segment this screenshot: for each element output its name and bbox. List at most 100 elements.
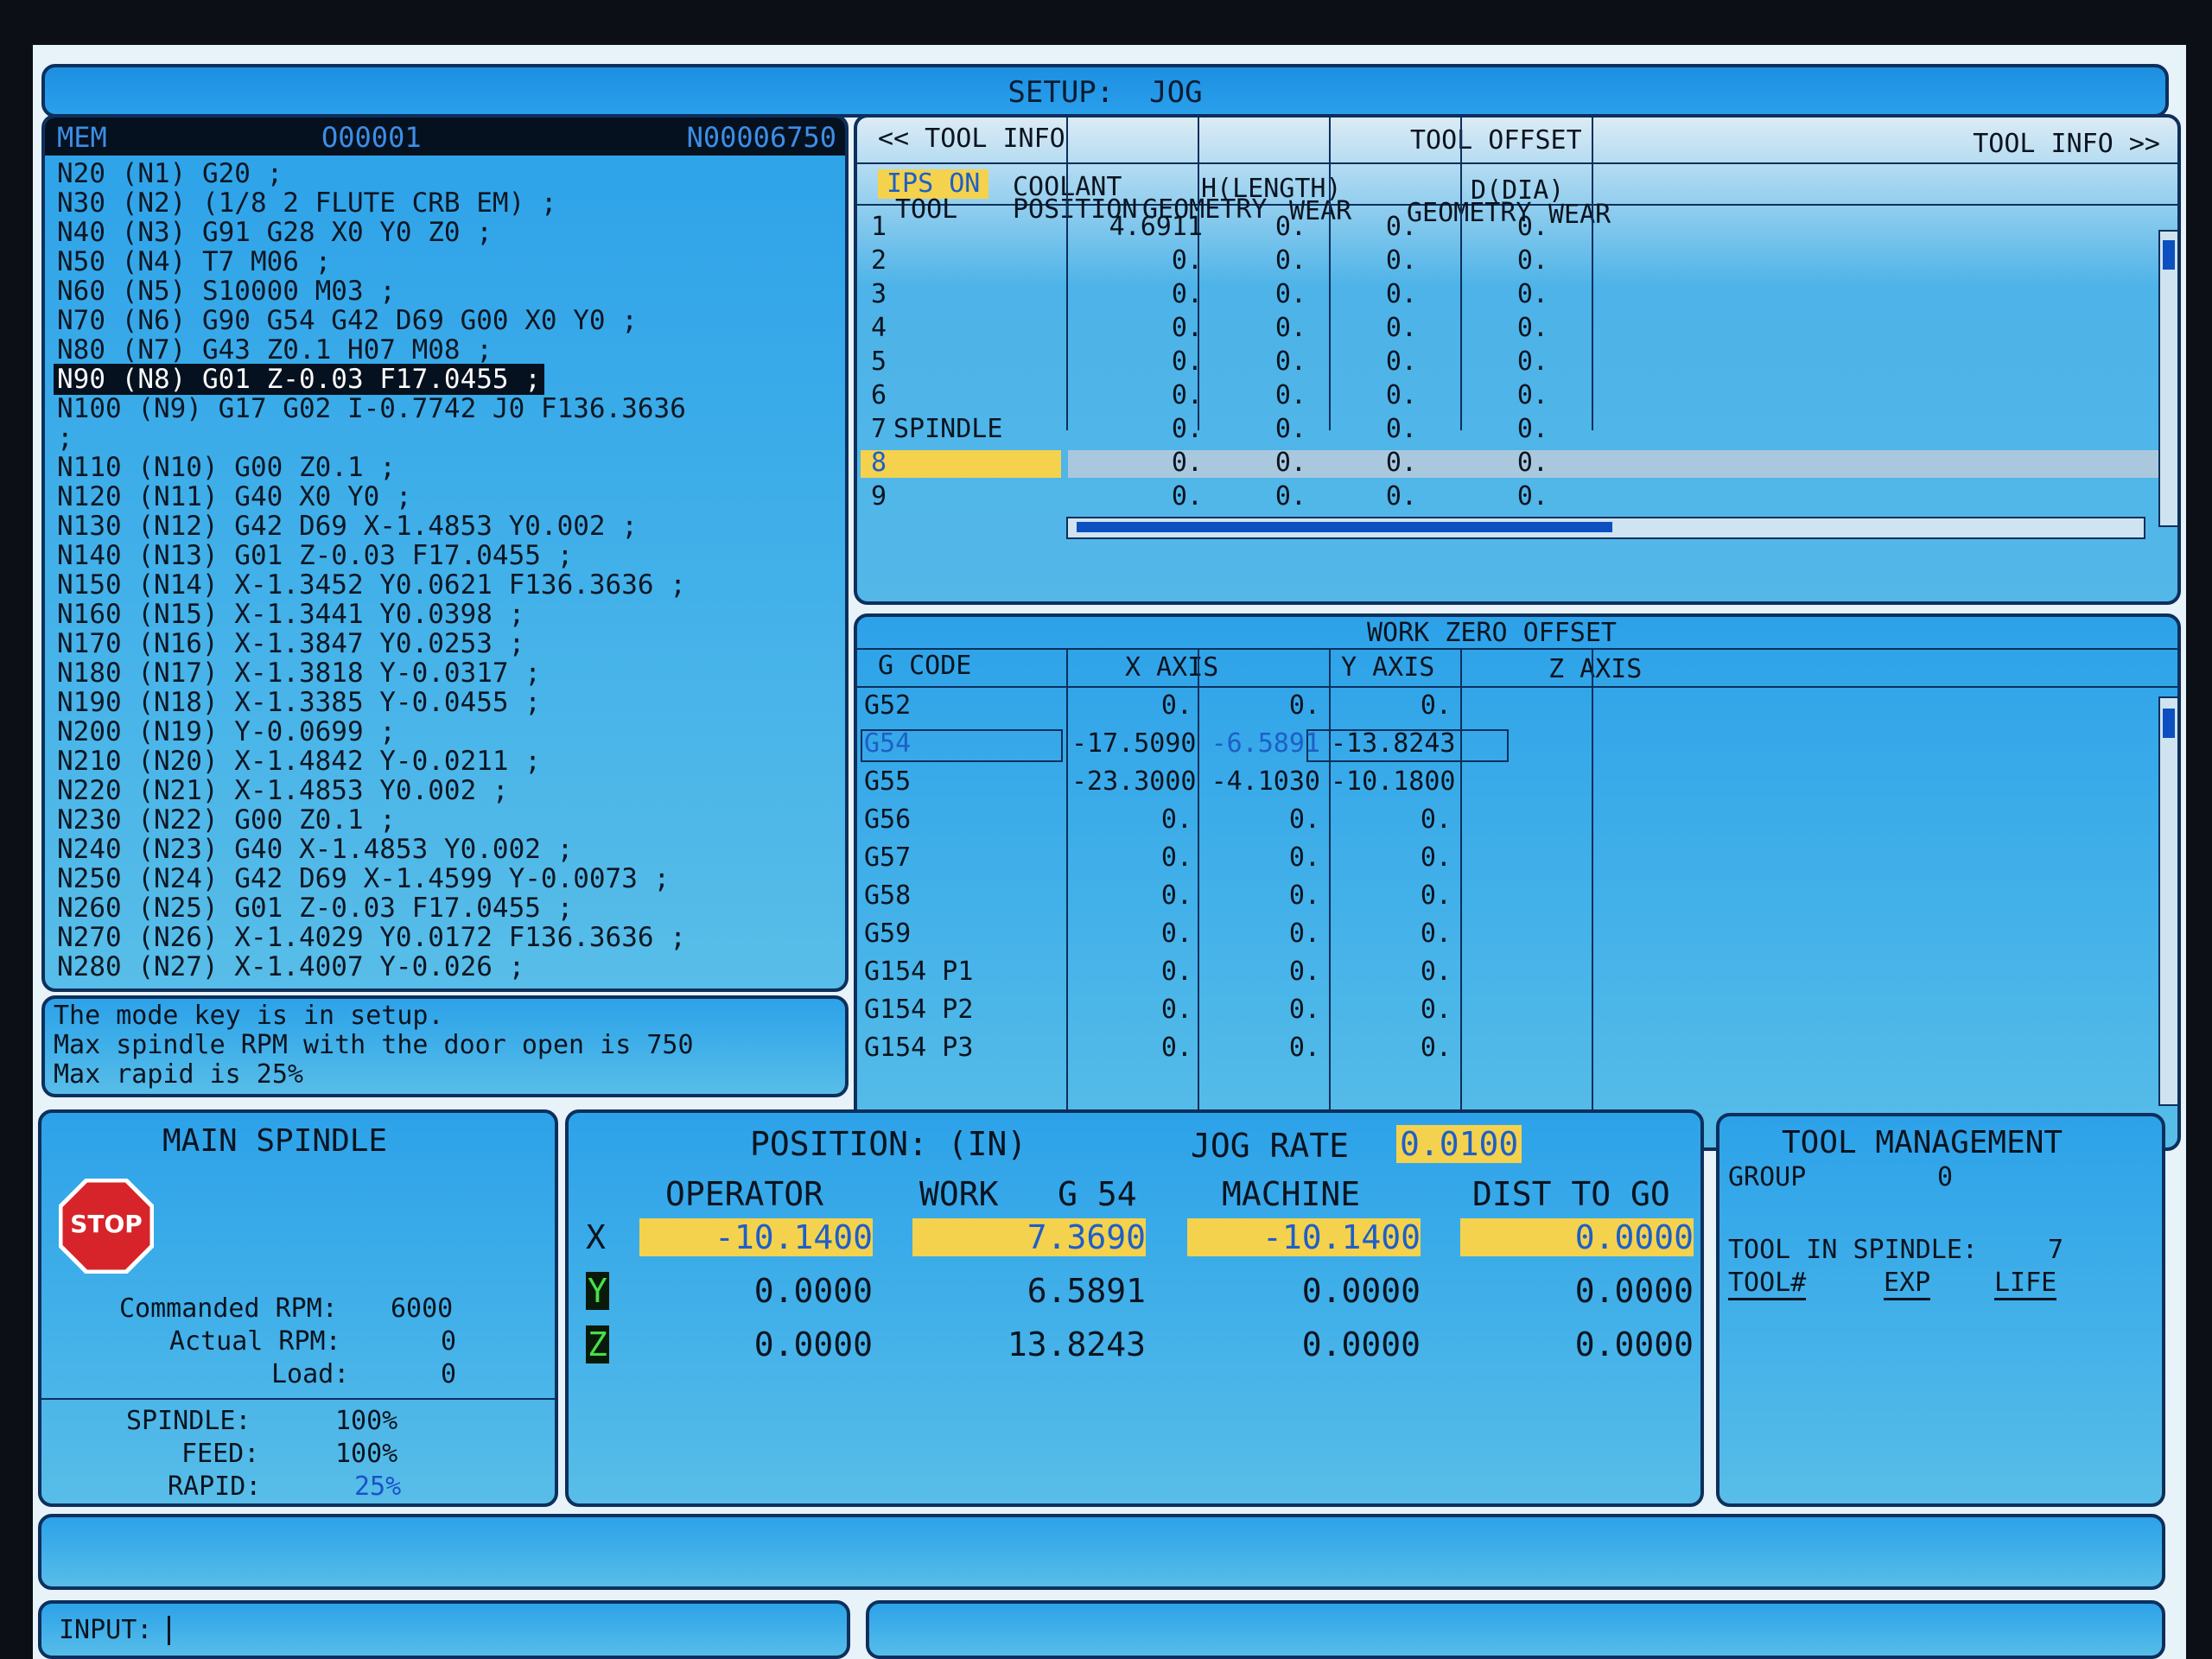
axis-label: Z: [586, 1325, 609, 1363]
program-line[interactable]: N240 (N23) G40 X-1.4853 Y0.002 ;: [54, 835, 840, 864]
axis-label: Y: [586, 1272, 609, 1310]
program-line[interactable]: N70 (N6) G90 G54 G42 D69 G00 X0 Y0 ;: [54, 306, 840, 335]
program-mode: MEM: [57, 121, 107, 154]
work-zero-row[interactable]: G52 0. 0. 0.: [857, 690, 2162, 724]
message-line: Max rapid is 25%: [54, 1059, 303, 1090]
h-wear-value: 0.: [1274, 380, 1306, 410]
tool-offset-row[interactable]: 4 0. 0. 0. 0.: [857, 314, 2162, 345]
program-line-text: N30 (N2) (1/8 2 FLUTE CRB EM) ;: [57, 188, 557, 219]
work-zero-row[interactable]: G58 0. 0. 0.: [857, 880, 2162, 914]
work-zero-row[interactable]: G154 P2 0. 0. 0.: [857, 994, 2162, 1028]
program-line[interactable]: N190 (N18) X-1.3385 Y-0.0455 ;: [54, 688, 840, 717]
tool-info-prev-tab[interactable]: << TOOL INFO: [878, 124, 1065, 154]
program-line-text: ;: [57, 423, 73, 454]
x-axis-value: 0.: [1160, 690, 1192, 721]
program-line[interactable]: N130 (N12) G42 D69 X-1.4853 Y0.002 ;: [54, 512, 840, 541]
program-line[interactable]: N120 (N11) G40 X0 Y0 ;: [54, 482, 840, 512]
d-wear-value: 0.: [1516, 279, 1548, 309]
work-zero-row[interactable]: G56 0. 0. 0.: [857, 804, 2162, 838]
gcode-label: G55: [864, 766, 912, 797]
program-line[interactable]: N220 (N21) X-1.4853 Y0.002 ;: [54, 776, 840, 805]
d-wear-value: 0.: [1516, 245, 1548, 276]
program-line[interactable]: N100 (N9) G17 G02 I-0.7742 J0 F136.3636: [54, 394, 840, 423]
load-value: 0: [441, 1359, 457, 1389]
program-line-text: N90 (N8) G01 Z-0.03 F17.0455 ;: [54, 364, 544, 395]
tool-info-next-tab[interactable]: TOOL INFO >>: [1973, 130, 2160, 159]
tool-offset-row[interactable]: 2 0. 0. 0. 0.: [857, 246, 2162, 277]
work-zero-row[interactable]: G54 -17.5090 -6.5891 -13.8243: [857, 728, 2162, 762]
tool-offset-row[interactable]: 9 0. 0. 0. 0.: [857, 482, 2162, 513]
z-axis-value: 0.: [1420, 842, 1452, 873]
work-zero-offset-panel[interactable]: WORK ZERO OFFSET G CODE X AXIS Y AXIS Z …: [854, 613, 2181, 1151]
work-zero-row[interactable]: G154 P1 0. 0. 0.: [857, 956, 2162, 990]
program-header: MEM O00001 N00006750: [45, 118, 845, 156]
d-wear-value: 0.: [1516, 346, 1548, 377]
program-line[interactable]: N170 (N16) X-1.3847 Y0.0253 ;: [54, 629, 840, 658]
y-axis-value: 0.: [1288, 995, 1320, 1025]
d-wear-value: 0.: [1516, 313, 1548, 343]
input-bar[interactable]: INPUT:: [38, 1600, 850, 1659]
program-line[interactable]: N200 (N19) Y-0.0699 ;: [54, 717, 840, 747]
position-col-header: MACHINE: [1222, 1175, 1361, 1213]
program-line[interactable]: N30 (N2) (1/8 2 FLUTE CRB EM) ;: [54, 188, 840, 218]
tool-offset-row[interactable]: 1 4.6911 0. 0. 0.: [857, 213, 2162, 244]
position-col-header: DIST TO GO: [1472, 1175, 1670, 1213]
work-zero-row[interactable]: G55 -23.3000 -4.1030 -10.1800: [857, 766, 2162, 800]
tool-offset-row[interactable]: 6 0. 0. 0. 0.: [857, 381, 2162, 412]
x-axis-value: 0.: [1160, 1033, 1192, 1063]
work-zero-row[interactable]: G154 P3 0. 0. 0.: [857, 1032, 2162, 1066]
program-line[interactable]: N210 (N20) X-1.4842 Y-0.0211 ;: [54, 747, 840, 776]
stop-label: STOP: [70, 1210, 143, 1238]
vscroll-thumb[interactable]: [2163, 709, 2175, 738]
program-line[interactable]: ;: [54, 423, 840, 453]
program-line[interactable]: N250 (N24) G42 D69 X-1.4599 Y-0.0073 ;: [54, 864, 840, 893]
hscroll-thumb[interactable]: [1077, 522, 1612, 532]
program-line[interactable]: N110 (N10) G00 Z0.1 ;: [54, 453, 840, 482]
z-axis-value: -10.1800: [1331, 766, 1456, 797]
program-line[interactable]: N150 (N14) X-1.3452 Y0.0621 F136.3636 ;: [54, 570, 840, 600]
program-sequence: N00006750: [686, 121, 836, 154]
position-value: 0.0000: [753, 1272, 873, 1310]
tool-offset-row[interactable]: 7 SPINDLE 0. 0. 0. 0.: [857, 415, 2162, 446]
jog-rate-value[interactable]: 0.0100: [1396, 1125, 1522, 1163]
program-line-text: N260 (N25) G01 Z-0.03 F17.0455 ;: [57, 893, 574, 924]
h-geometry-value: 0.: [1171, 448, 1203, 478]
program-line[interactable]: N230 (N22) G00 Z0.1 ;: [54, 805, 840, 835]
program-line[interactable]: N140 (N13) G01 Z-0.03 F17.0455 ;: [54, 541, 840, 570]
program-line-text: N280 (N27) X-1.4007 Y-0.026 ;: [57, 951, 525, 982]
program-line[interactable]: N50 (N4) T7 M06 ;: [54, 247, 840, 276]
program-line[interactable]: N20 (N1) G20 ;: [54, 159, 840, 188]
program-line-text: N230 (N22) G00 Z0.1 ;: [57, 804, 396, 836]
tool-offset-row[interactable]: 3 0. 0. 0. 0.: [857, 280, 2162, 311]
program-line-current[interactable]: N90 (N8) G01 Z-0.03 F17.0455 ;: [54, 364, 840, 395]
program-line[interactable]: N270 (N26) X-1.4029 Y0.0172 F136.3636 ;: [54, 923, 840, 952]
tool-table-vscroll[interactable]: [2158, 230, 2177, 527]
work-zero-row[interactable]: G59 0. 0. 0.: [857, 918, 2162, 952]
program-line[interactable]: N280 (N27) X-1.4007 Y-0.026 ;: [54, 952, 840, 982]
tool-table-hscroll[interactable]: [1066, 517, 2145, 539]
program-line[interactable]: N160 (N15) X-1.3441 Y0.0398 ;: [54, 600, 840, 629]
h-wear-value: 0.: [1274, 245, 1306, 276]
program-line-text: N180 (N17) X-1.3818 Y-0.0317 ;: [57, 658, 541, 689]
program-line[interactable]: N40 (N3) G91 G28 X0 Y0 Z0 ;: [54, 218, 840, 247]
tool-offset-row[interactable]: 5 0. 0. 0. 0.: [857, 347, 2162, 378]
tool-offset-row[interactable]: 8 0. 0. 0. 0.: [857, 448, 2162, 480]
program-line[interactable]: N180 (N17) X-1.3818 Y-0.0317 ;: [54, 658, 840, 688]
program-line-text: N130 (N12) G42 D69 X-1.4853 Y0.002 ;: [57, 511, 638, 542]
tool-number: 5: [871, 346, 887, 377]
tool-offset-table[interactable]: 1 4.6911 0. 0. 0. 2 0. 0. 0. 0. 3 0. 0. 0. 0. 4 0. 0. 0. 0.…: [857, 118, 2162, 524]
program-line[interactable]: N80 (N7) G43 Z0.1 H07 M08 ;: [54, 335, 840, 365]
work-zero-vscroll[interactable]: [2158, 696, 2177, 1106]
vscroll-thumb[interactable]: [2163, 240, 2175, 270]
work-zero-table[interactable]: G52 0. 0. 0. G54 -17.5090 -6.5891 -13.8243 G55 -2…: [857, 648, 2162, 1115]
h-wear-value: 0.: [1274, 279, 1306, 309]
selected-cell[interactable]: [861, 450, 1061, 478]
program-line[interactable]: N60 (N5) S10000 M03 ;: [54, 276, 840, 306]
tool-number: 7: [871, 414, 887, 444]
program-line-text: N120 (N11) G40 X0 Y0 ;: [57, 481, 412, 512]
tool-number: 3: [871, 279, 887, 309]
work-zero-row[interactable]: G57 0. 0. 0.: [857, 842, 2162, 876]
tool-offset-panel[interactable]: << TOOL INFO TOOL OFFSET TOOL INFO >> IP…: [854, 114, 2181, 605]
program-panel[interactable]: MEM O00001 N00006750 N20 (N1) G20 ; N30 (…: [41, 114, 849, 992]
program-line[interactable]: N260 (N25) G01 Z-0.03 F17.0455 ;: [54, 893, 840, 923]
